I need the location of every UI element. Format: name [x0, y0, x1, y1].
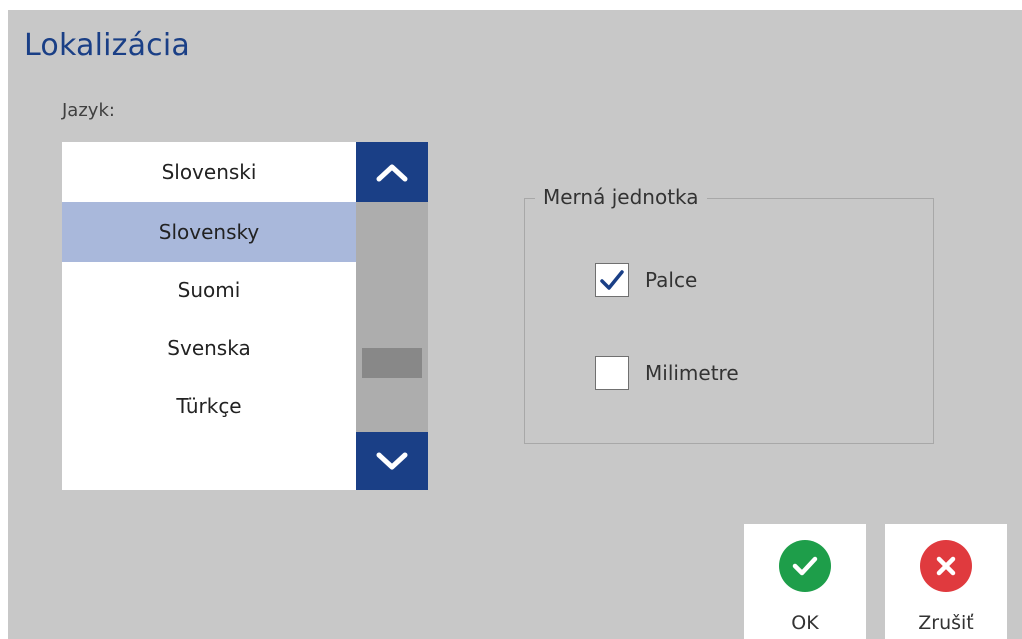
- scroll-up-button[interactable]: [356, 142, 428, 202]
- measurement-unit-legend: Merná jednotka: [535, 185, 707, 209]
- inches-label: Palce: [645, 268, 698, 292]
- inches-option[interactable]: Palce: [595, 263, 697, 297]
- cancel-button[interactable]: Zrušiť: [885, 524, 1007, 639]
- list-item[interactable]: Türkçe: [62, 376, 356, 436]
- millimeters-checkbox[interactable]: [595, 356, 629, 390]
- language-scrollbar[interactable]: [356, 142, 428, 490]
- x-circle-icon: [920, 540, 972, 592]
- checkmark-icon: [600, 270, 624, 290]
- list-item[interactable]: Suomi: [62, 260, 356, 320]
- dialog-title: Lokalizácia: [24, 28, 190, 63]
- chevron-down-icon: [376, 452, 408, 470]
- chevron-up-icon: [376, 164, 408, 182]
- scroll-down-button[interactable]: [356, 432, 428, 490]
- localization-dialog: Lokalizácia Jazyk: Slovenski Slovensky S…: [8, 10, 1022, 639]
- language-list[interactable]: Slovenski Slovensky Suomi Svenska Türkçe: [62, 142, 356, 490]
- list-item-selected[interactable]: Slovensky: [62, 202, 356, 262]
- list-item-label: Slovenski: [161, 160, 257, 184]
- list-item-label: Türkçe: [176, 394, 242, 418]
- ok-button[interactable]: OK: [744, 524, 866, 639]
- scroll-thumb[interactable]: [362, 348, 422, 378]
- measurement-unit-group: Merná jednotka Palce Milimetre: [524, 185, 934, 444]
- millimeters-label: Milimetre: [645, 361, 739, 385]
- list-item-label: Svenska: [167, 336, 251, 360]
- check-circle-icon: [779, 540, 831, 592]
- inches-checkbox[interactable]: [595, 263, 629, 297]
- list-item-label: Slovensky: [158, 220, 260, 244]
- ok-label: OK: [791, 612, 819, 634]
- list-item-label: Suomi: [177, 278, 241, 302]
- language-label: Jazyk:: [62, 100, 115, 121]
- millimeters-option[interactable]: Milimetre: [595, 356, 739, 390]
- list-item[interactable]: Slovenski: [62, 142, 356, 202]
- list-item[interactable]: Svenska: [62, 318, 356, 378]
- cancel-label: Zrušiť: [918, 612, 974, 634]
